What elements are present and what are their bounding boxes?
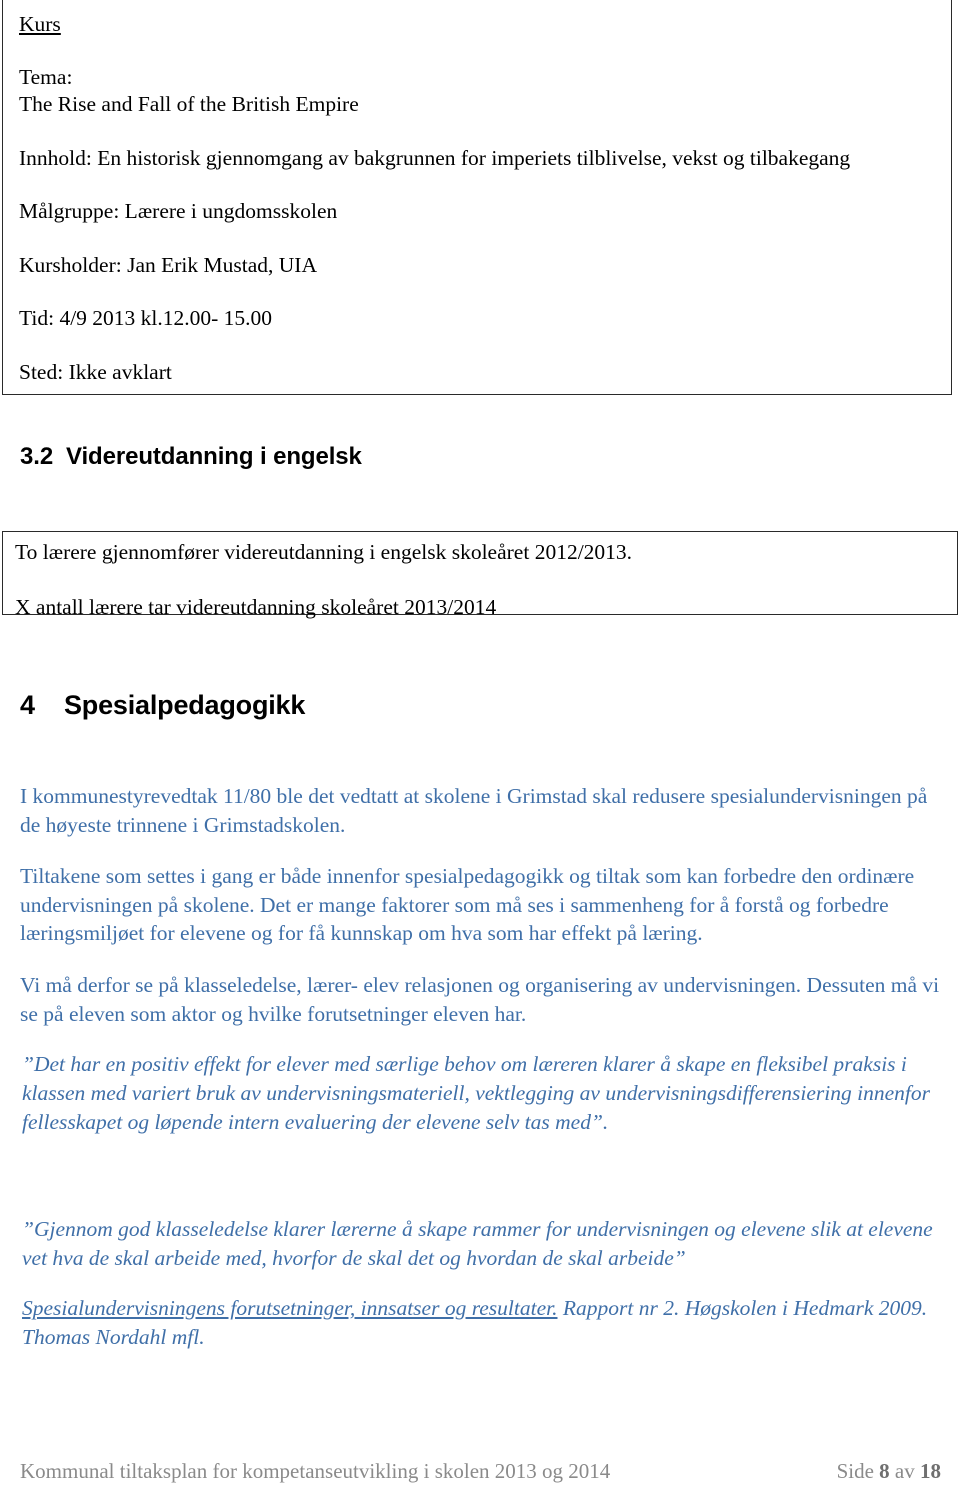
section-4-quote-1: ”Det har en positiv effekt for elever me… [22, 1050, 947, 1138]
citation-text: Spesialundervisningens forutsetninger, i… [22, 1294, 947, 1352]
course-line-innhold: Innhold: En historisk gjennomgang av bak… [19, 145, 851, 170]
course-info-box: Kurs Tema: The Rise and Fall of the Brit… [2, 0, 952, 395]
document-page: Kurs Tema: The Rise and Fall of the Brit… [0, 0, 960, 1496]
footer-document-title: Kommunal tiltaksplan for kompetanseutvik… [20, 1459, 611, 1483]
footer-page-current: 8 [879, 1459, 890, 1483]
section-title-3-2: Videreutdanning i engelsk [66, 443, 362, 470]
footer-page-number: Side 8 av 18 [837, 1459, 945, 1484]
course-line-tid: Tid: 4/9 2013 kl.12.00- 15.00 [19, 306, 273, 331]
section-heading-4: 4 Spesialpedagogikk [20, 690, 305, 721]
paragraph-text: I kommunestyrevedtak 11/80 ble det vedta… [20, 784, 928, 837]
section-number-3-2: 3.2 [20, 443, 54, 470]
course-line-kursholder: Kursholder: Jan Erik Mustad, UIA [19, 252, 317, 277]
section-heading-3-2: 3.2 Videreutdanning i engelsk [20, 443, 362, 471]
citation-title[interactable]: Spesialundervisningens forutsetninger, i… [22, 1296, 558, 1320]
footer-page-of: av [894, 1459, 915, 1483]
section-number-4: 4 [20, 690, 35, 720]
course-line-tema: Tema: [19, 64, 73, 89]
videreutdanning-line-2: X antall lærere tar videreutdanning skol… [15, 594, 497, 619]
section-4-paragraph-2: Tiltakene som settes i gang er både inne… [20, 862, 945, 948]
page-footer: Kommunal tiltaksplan for kompetanseutvik… [20, 1459, 945, 1484]
videreutdanning-box: To lærere gjennomfører videreutdanning i… [2, 531, 958, 619]
section-4-paragraph-3: Vi må derfor se på klasseledelse, lærer-… [20, 971, 945, 1028]
section-4-quote-2: ”Gjennom god klasseledelse klarer lærern… [22, 1215, 947, 1273]
footer-page-label: Side [836, 1459, 874, 1483]
section-4-citation: Spesialundervisningens forutsetninger, i… [22, 1294, 947, 1352]
footer-page-total: 18 [920, 1459, 941, 1483]
quote-text: ”Det har en positiv effekt for elever me… [22, 1052, 931, 1135]
section-title-4: Spesialpedagogikk [64, 690, 306, 720]
section-4-paragraph-1: I kommunestyrevedtak 11/80 ble det vedta… [20, 782, 945, 839]
paragraph-text: Vi må derfor se på klasseledelse, lærer-… [20, 973, 940, 1026]
course-line-sted: Sted: Ikke avklart [19, 359, 172, 384]
quote-text: ”Gjennom god klasseledelse klarer lærern… [22, 1217, 933, 1271]
paragraph-text: Tiltakene som settes i gang er både inne… [20, 864, 915, 946]
course-line-tema-value: The Rise and Fall of the British Empire [19, 92, 359, 117]
videreutdanning-line-1: To lærere gjennomfører videreutdanning i… [15, 540, 633, 564]
course-line-malgruppe: Målgruppe: Lærere i ungdomsskolen [19, 199, 338, 224]
course-box-title: Kurs [19, 12, 61, 36]
